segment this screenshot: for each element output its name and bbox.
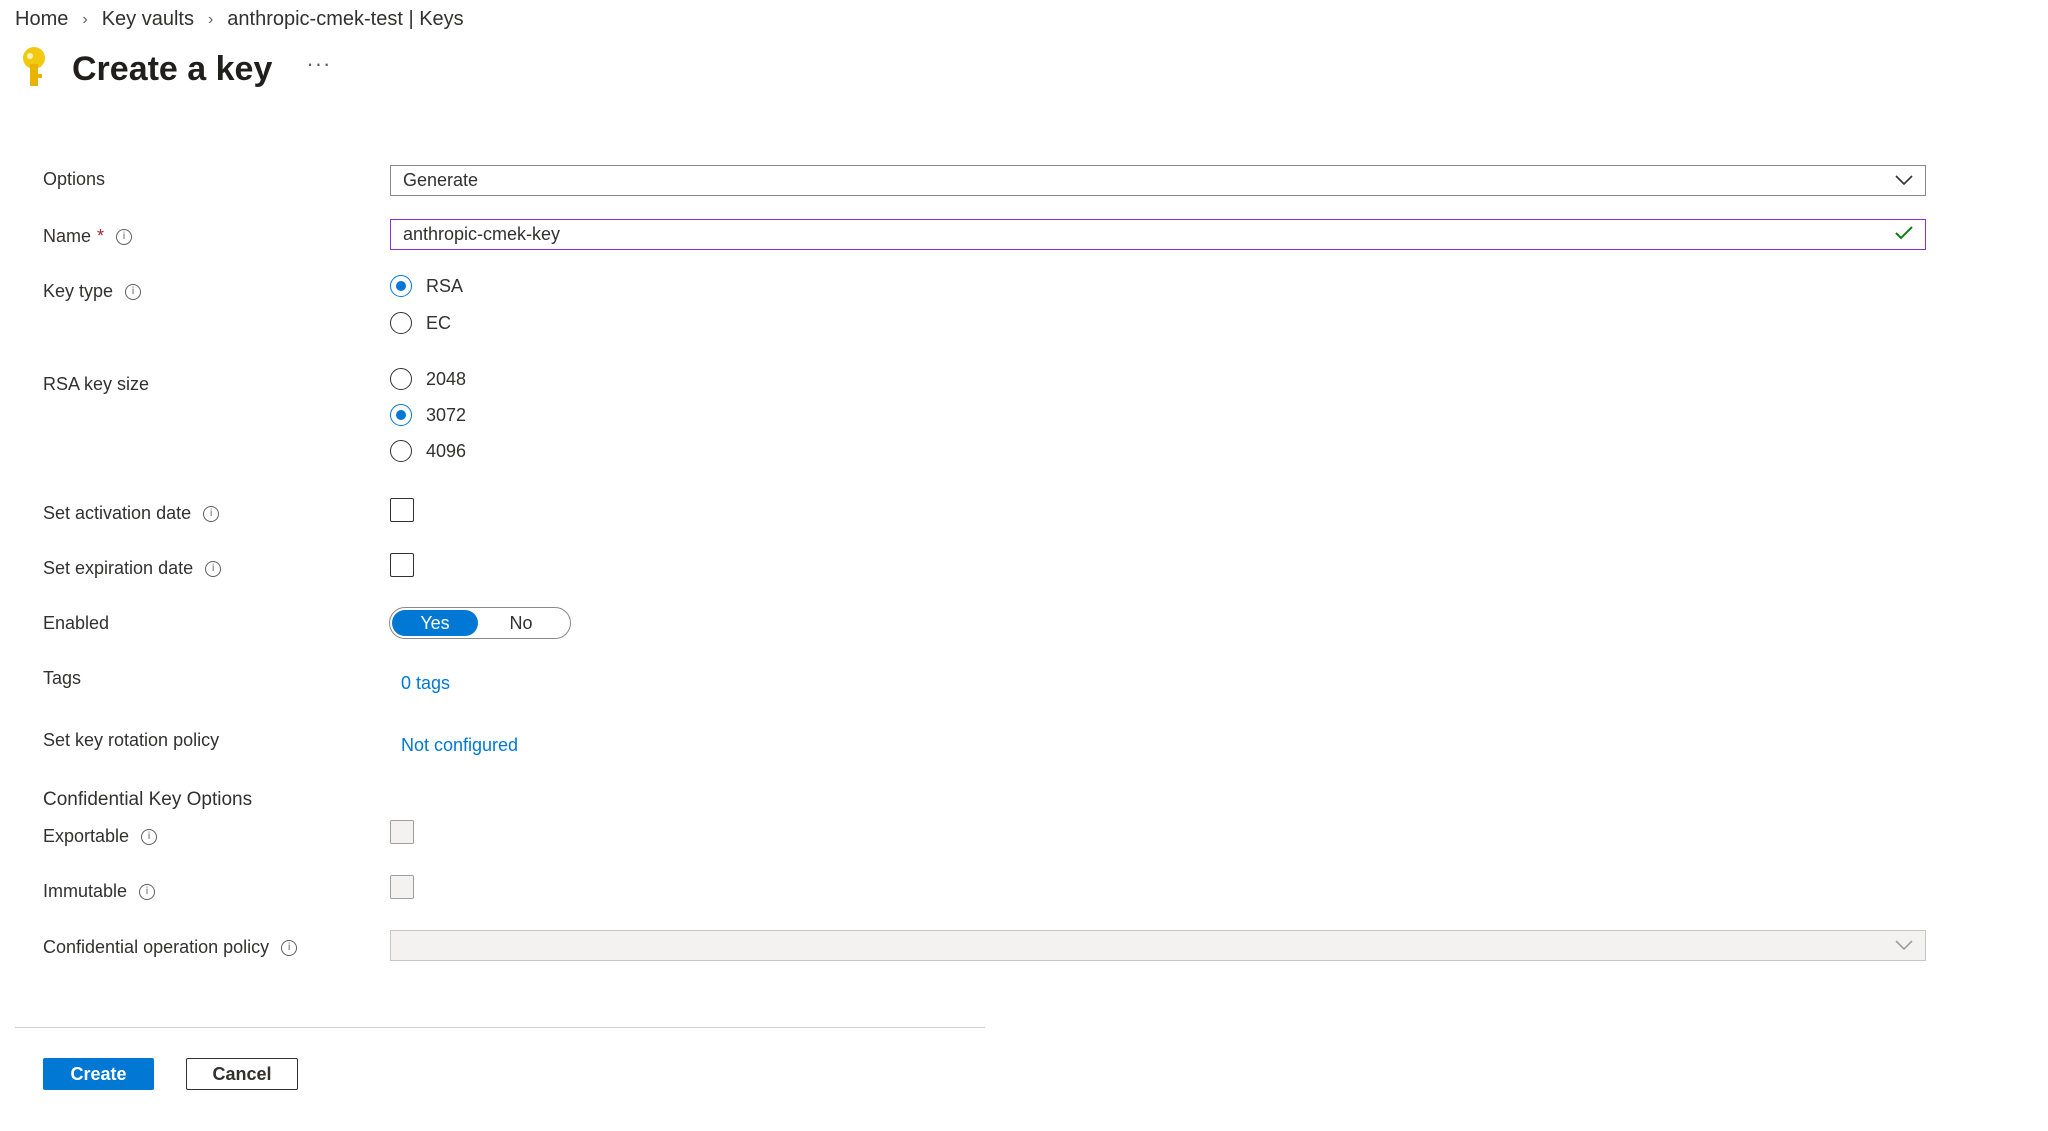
cancel-button[interactable]: Cancel	[186, 1058, 298, 1090]
tags-label: Tags	[43, 668, 81, 689]
options-label-text: Options	[43, 169, 106, 189]
info-icon[interactable]: i	[116, 228, 133, 245]
immutable-checkbox[interactable]	[390, 875, 414, 899]
options-label: Options	[43, 169, 105, 190]
options-dropdown[interactable]: Generate	[390, 165, 1926, 196]
expiration-date-checkbox[interactable]	[390, 553, 414, 577]
chevron-down-icon	[1895, 170, 1913, 191]
name-label: Name * i	[43, 226, 133, 247]
radio-label: 4096	[426, 440, 467, 461]
confidential-policy-label-text: Confidential operation policy	[43, 937, 270, 957]
radio-button[interactable]	[390, 440, 412, 462]
radio-button[interactable]	[390, 312, 412, 334]
key-type-option-ec[interactable]: EC	[390, 312, 451, 334]
exportable-label: Exportable i	[43, 826, 158, 847]
more-options-icon[interactable]: ···	[306, 51, 331, 77]
rsa-size-option-2048[interactable]: 2048	[390, 368, 466, 390]
radio-label: RSA	[426, 275, 464, 296]
expiration-date-label-text: Set expiration date	[43, 558, 194, 578]
exportable-checkbox[interactable]	[390, 820, 414, 844]
radio-button[interactable]	[390, 275, 412, 297]
confidential-section-heading: Confidential Key Options	[43, 789, 253, 810]
chevron-right-icon: ›	[207, 10, 214, 28]
options-value: Generate	[403, 170, 479, 190]
exportable-label-text: Exportable	[43, 826, 130, 846]
enabled-yes-option[interactable]: Yes	[392, 610, 478, 636]
info-icon[interactable]: i	[139, 883, 156, 900]
confidential-policy-dropdown[interactable]	[390, 930, 1926, 961]
confidential-policy-label: Confidential operation policy i	[43, 937, 298, 958]
footer-divider	[15, 1027, 985, 1028]
radio-label: 3072	[426, 404, 467, 425]
page-title: Create a key	[72, 50, 273, 88]
activation-date-label: Set activation date i	[43, 503, 220, 524]
rotation-policy-label-text: Set key rotation policy	[43, 730, 220, 750]
enabled-no-option[interactable]: No	[478, 610, 564, 636]
key-type-label: Key type i	[43, 281, 142, 302]
info-icon[interactable]: i	[281, 939, 298, 956]
activation-date-checkbox[interactable]	[390, 498, 414, 522]
enabled-toggle[interactable]: Yes No	[389, 607, 571, 639]
tags-label-text: Tags	[43, 668, 82, 688]
enabled-label: Enabled	[43, 613, 109, 634]
create-button[interactable]: Create	[43, 1058, 154, 1090]
name-input[interactable]: anthropic-cmek-key	[390, 219, 1926, 250]
rsa-size-option-3072[interactable]: 3072	[390, 404, 466, 426]
rotation-policy-label: Set key rotation policy	[43, 730, 219, 751]
rsa-size-option-4096[interactable]: 4096	[390, 440, 466, 462]
info-icon[interactable]: i	[141, 828, 158, 845]
radio-button[interactable]	[390, 404, 412, 426]
name-label-text: Name	[43, 226, 92, 246]
key-type-option-rsa[interactable]: RSA	[390, 275, 463, 297]
chevron-down-icon	[1895, 935, 1913, 956]
radio-label: 2048	[426, 368, 467, 389]
checkmark-icon	[1895, 224, 1913, 245]
rsa-key-size-label-text: RSA key size	[43, 374, 150, 394]
info-icon[interactable]: i	[125, 283, 142, 300]
enabled-label-text: Enabled	[43, 613, 110, 633]
name-value: anthropic-cmek-key	[403, 224, 561, 244]
tags-link[interactable]: 0 tags	[401, 673, 450, 694]
rotation-policy-link[interactable]: Not configured	[401, 735, 518, 756]
breadcrumb: Home › Key vaults › anthropic-cmek-test …	[15, 8, 464, 31]
breadcrumb-key-vaults[interactable]: Key vaults	[102, 8, 194, 31]
info-icon[interactable]: i	[205, 560, 222, 577]
breadcrumb-resource[interactable]: anthropic-cmek-test | Keys	[227, 8, 463, 31]
activation-date-label-text: Set activation date	[43, 503, 192, 523]
info-icon[interactable]: i	[203, 505, 220, 522]
radio-button[interactable]	[390, 368, 412, 390]
expiration-date-label: Set expiration date i	[43, 558, 222, 579]
chevron-right-icon: ›	[82, 10, 88, 28]
radio-label: EC	[426, 312, 452, 333]
rsa-key-size-label: RSA key size	[43, 374, 149, 395]
immutable-label: Immutable i	[43, 881, 156, 902]
breadcrumb-home[interactable]: Home	[15, 8, 68, 31]
page-header: Create a key ···	[18, 44, 331, 95]
key-type-label-text: Key type	[43, 281, 114, 301]
required-asterisk: *	[97, 226, 105, 246]
immutable-label-text: Immutable	[43, 881, 128, 901]
key-icon	[18, 44, 50, 95]
